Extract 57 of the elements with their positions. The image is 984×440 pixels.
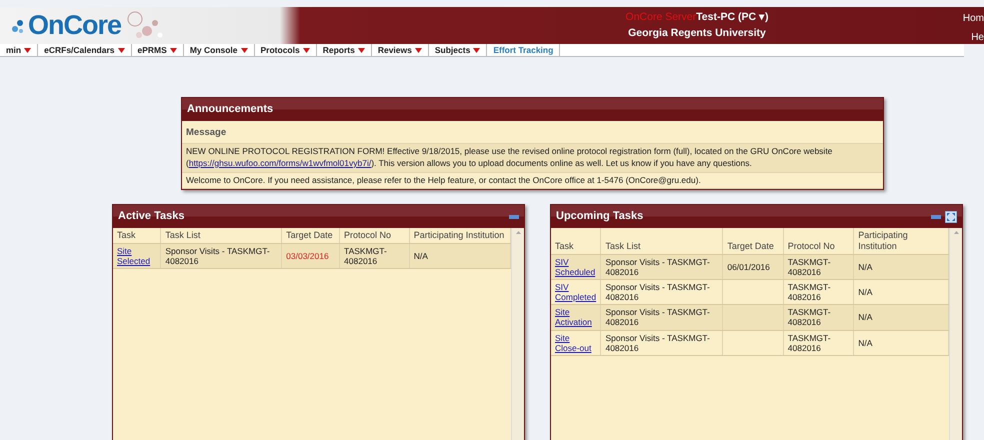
minimize-icon (509, 214, 519, 219)
maximize-icon (945, 210, 957, 223)
minimize-icon (931, 214, 941, 219)
caret-icon (358, 48, 365, 52)
table-cell: TASKMGT-4082016 (788, 307, 831, 328)
table-cell: Sponsor Visits - TASKMGT-4082016 (605, 307, 710, 328)
table-cell: TASKMGT-4082016 (788, 256, 831, 277)
message-text: Welcome to OnCore. If you need assistance, please refer to the Help feature, or contact the OnCore office at 1-5476 (OnCore@gru.edu). (182, 172, 883, 190)
caret-icon (240, 48, 248, 52)
table-cell: TASKMGT-4082016 (788, 282, 831, 302)
caret-icon (118, 48, 125, 52)
table-cell: N/A (858, 338, 872, 348)
column-header: Task (113, 228, 161, 244)
header-link[interactable]: Hom (962, 11, 984, 26)
table-cell: Sponsor Visits - TASKMGT-4082016 (605, 256, 710, 277)
bubbles-drawing (125, 10, 166, 40)
scrollbar[interactable] (511, 228, 524, 440)
scrollbar[interactable] (949, 228, 962, 440)
link[interactable]: https://ghsu.wufoo.com/forms/w1wvfmol01vyb7i/ (188, 158, 372, 168)
task-link[interactable]: SIV Completed (555, 282, 596, 302)
column-header: Target Date (282, 228, 340, 244)
column-header: Task List (160, 228, 282, 244)
table-cell: TASKMGT-4082016 (344, 246, 387, 266)
table-cell: Sponsor Visits - TASKMGT-4082016 (605, 332, 710, 353)
column-header: Protocol No (340, 228, 410, 244)
date-cell: 06/01/2016 (722, 254, 784, 280)
institution-name: Georgia Regents University (628, 26, 766, 40)
column-header: Task (551, 228, 601, 254)
logo: OnCore (28, 9, 122, 42)
table-cell: TASKMGT-4082016 (788, 332, 831, 353)
scroll-up-icon (516, 230, 520, 234)
message-text: NEW ONLINE PROTOCOL REGISTRATION FORM! Effective 9/18/2015, please use the revised online protocol registration form (full), located on the GRU OnCore website (https://ghsu.wufoo.com/forms/w1wvfmol01vyb7i/). This version allows you to upload documents online as well. Let us know if you have any questions. (182, 144, 883, 173)
table-cell: N/A (414, 250, 428, 261)
caret-icon (473, 48, 480, 52)
panel-title: Announcements (187, 102, 274, 117)
table-cell: N/A (858, 286, 872, 297)
panel-title: Upcoming Tasks (556, 209, 644, 224)
caret-icon (302, 48, 310, 52)
table-cell: N/A (858, 262, 872, 272)
task-link[interactable]: Site Close-out (555, 332, 596, 354)
header-link[interactable]: He (971, 30, 984, 45)
table-cell: N/A (858, 312, 872, 322)
column-header: Participating Institution (854, 228, 948, 254)
caret-icon (24, 48, 32, 52)
column-header: Participating Institution (409, 228, 510, 244)
caret-icon (414, 48, 422, 52)
scroll-up-icon (954, 230, 958, 234)
table-cell: Sponsor Visits - TASKMGT-4082016 (165, 246, 270, 266)
server-name: OnCore ServerTest-PC (PC ▾) (626, 10, 768, 25)
date-cell: 03/03/2016 (282, 243, 340, 269)
column-header: Protocol No (783, 228, 854, 254)
caret-icon (170, 48, 177, 52)
panel-title: Active Tasks (118, 209, 184, 224)
column-header: Task List (600, 228, 723, 254)
table-cell: Sponsor Visits - TASKMGT-4082016 (605, 282, 710, 302)
dots-icon (10, 18, 24, 34)
column-header: Target Date (722, 228, 784, 254)
